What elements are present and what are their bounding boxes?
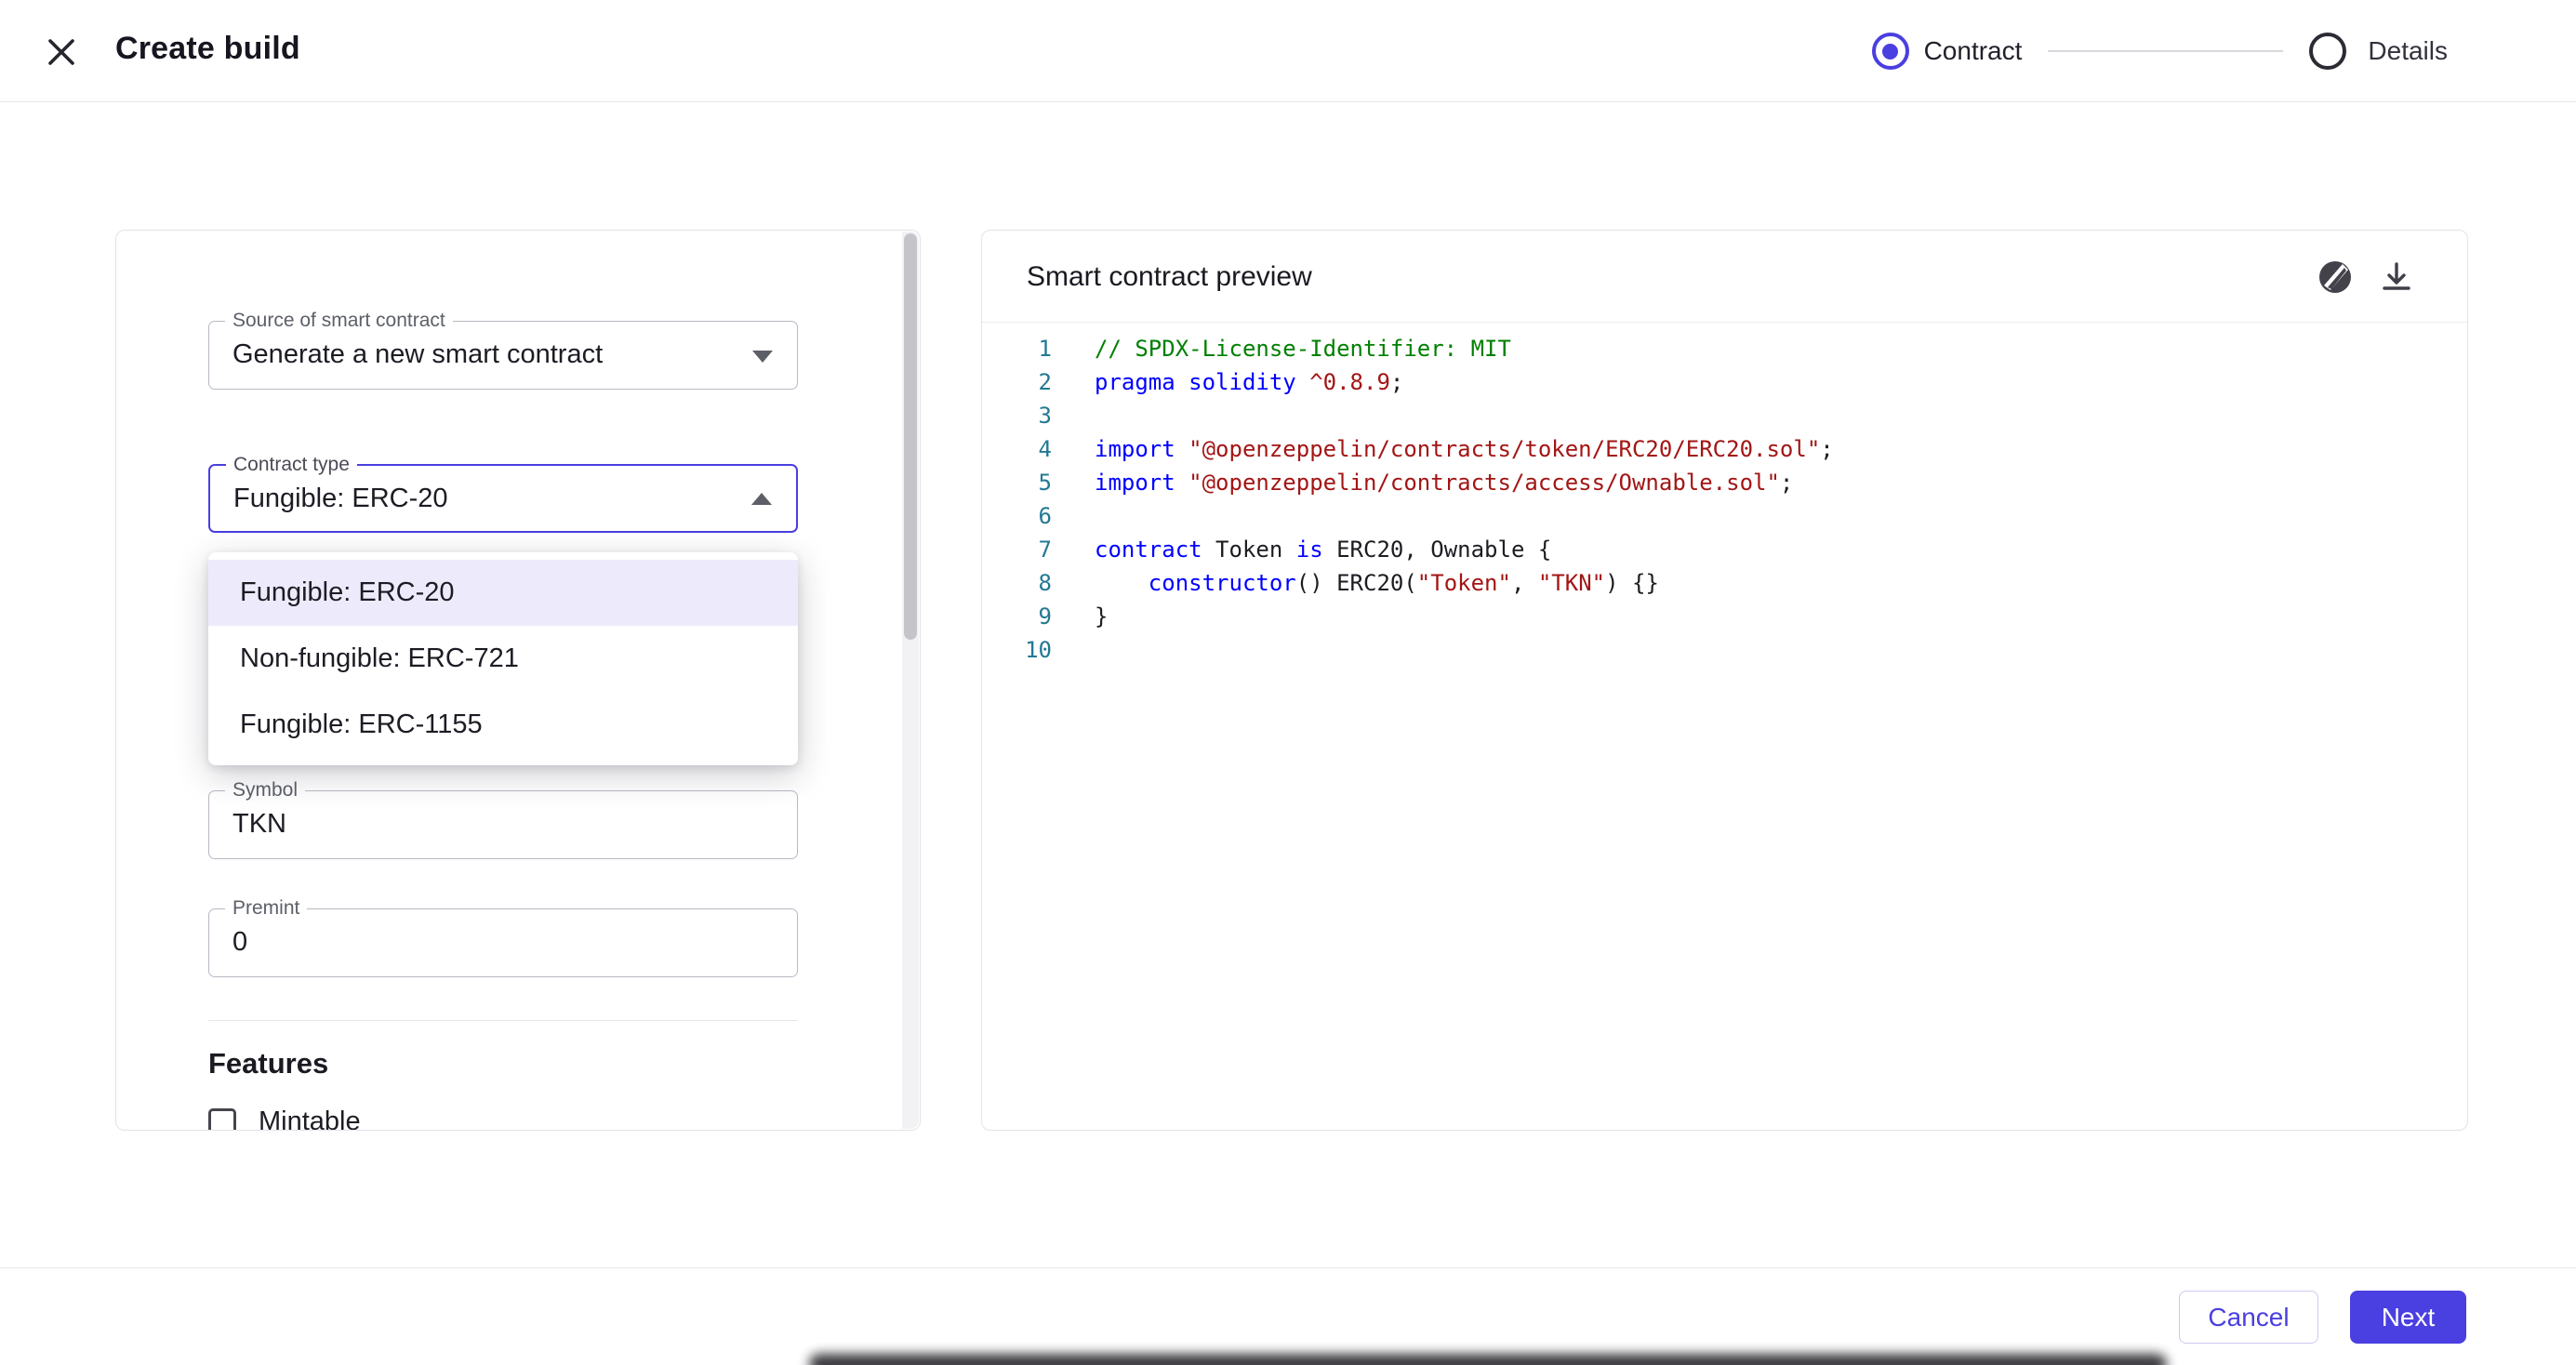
line-number: 2 xyxy=(982,365,1052,399)
close-icon[interactable] xyxy=(43,33,80,71)
preview-header: Smart contract preview xyxy=(982,231,2467,323)
code-text: // SPDX-License-Identifier: MIT xyxy=(1052,332,1511,365)
code-text: import "@openzeppelin/contracts/access/O… xyxy=(1052,466,1793,499)
features-heading: Features xyxy=(208,1047,328,1080)
code-line: 1// SPDX-License-Identifier: MIT xyxy=(982,332,2465,365)
line-number: 8 xyxy=(982,566,1052,600)
code-line: 10 xyxy=(982,633,2465,667)
symbol-field[interactable]: Symbol TKN xyxy=(208,790,798,859)
step-details-circle-icon[interactable] xyxy=(2309,33,2346,70)
code-lines: 1// SPDX-License-Identifier: MIT2pragma … xyxy=(982,332,2465,667)
line-number: 7 xyxy=(982,533,1052,566)
code-line: 9} xyxy=(982,600,2465,633)
stepper-connector-line xyxy=(2048,50,2283,52)
line-number: 10 xyxy=(982,633,1052,667)
openzeppelin-icon[interactable] xyxy=(2313,255,2357,299)
bottom-shadow xyxy=(809,1354,2167,1365)
checkbox-icon[interactable] xyxy=(208,1108,236,1132)
code-line: 3 xyxy=(982,399,2465,432)
contract-type-option[interactable]: Non-fungible: ERC-721 xyxy=(208,626,798,692)
line-number: 1 xyxy=(982,332,1052,365)
scrollbar-thumb[interactable] xyxy=(904,233,917,640)
code-line: 5import "@openzeppelin/contracts/access/… xyxy=(982,466,2465,499)
cancel-button[interactable]: Cancel xyxy=(2179,1291,2318,1344)
footer-bar: Cancel Next xyxy=(0,1267,2576,1365)
code-text xyxy=(1052,399,1095,432)
source-field-value: Generate a new smart contract xyxy=(232,322,603,387)
form-divider xyxy=(208,1020,798,1021)
line-number: 9 xyxy=(982,600,1052,633)
code-text: } xyxy=(1052,600,1108,633)
code-text xyxy=(1052,633,1095,667)
step-contract-radio-icon[interactable] xyxy=(1872,33,1909,70)
stepper: Contract Details xyxy=(1872,0,2448,102)
feature-label: Mintable xyxy=(259,1107,361,1131)
code-text: constructor() ERC20("Token", "TKN") {} xyxy=(1052,566,1659,600)
page-title: Create build xyxy=(115,31,300,67)
code-text: import "@openzeppelin/contracts/token/ER… xyxy=(1052,432,1834,466)
contract-type-option[interactable]: Fungible: ERC-1155 xyxy=(208,692,798,758)
symbol-field-value: TKN xyxy=(232,791,286,856)
code-line: 8 constructor() ERC20("Token", "TKN") {} xyxy=(982,566,2465,600)
line-number: 3 xyxy=(982,399,1052,432)
code-editor[interactable]: 1// SPDX-License-Identifier: MIT2pragma … xyxy=(982,323,2465,1128)
smart-contract-preview-panel: Smart contract preview 1// SPDX-License-… xyxy=(981,230,2468,1131)
code-text xyxy=(1052,499,1095,533)
next-button[interactable]: Next xyxy=(2350,1291,2466,1344)
premint-field[interactable]: Premint 0 xyxy=(208,908,798,977)
scrollbar-track[interactable] xyxy=(902,232,919,1129)
feature-row: Mintable xyxy=(208,1107,361,1131)
contract-type-value: Fungible: ERC-20 xyxy=(233,466,448,531)
contract-type-menu: Fungible: ERC-20Non-fungible: ERC-721Fun… xyxy=(208,552,798,765)
code-line: 2pragma solidity ^0.8.9; xyxy=(982,365,2465,399)
premint-field-value: 0 xyxy=(232,909,247,974)
code-line: 6 xyxy=(982,499,2465,533)
code-line: 7contract Token is ERC20, Ownable { xyxy=(982,533,2465,566)
download-icon[interactable] xyxy=(2374,255,2419,299)
create-build-page: Create build Contract Details Source of … xyxy=(0,0,2576,1365)
line-number: 6 xyxy=(982,499,1052,533)
code-text: pragma solidity ^0.8.9; xyxy=(1052,365,1403,399)
code-text: contract Token is ERC20, Ownable { xyxy=(1052,533,1551,566)
top-bar: Create build Contract Details xyxy=(0,0,2576,102)
code-line: 4import "@openzeppelin/contracts/token/E… xyxy=(982,432,2465,466)
contract-type-select[interactable]: Contract type Fungible: ERC-20 xyxy=(208,464,798,533)
contract-type-option[interactable]: Fungible: ERC-20 xyxy=(208,560,798,626)
line-number: 4 xyxy=(982,432,1052,466)
preview-title: Smart contract preview xyxy=(1027,261,1312,293)
step-contract-label: Contract xyxy=(1924,36,2023,66)
chevron-up-icon xyxy=(751,493,772,505)
line-number: 5 xyxy=(982,466,1052,499)
chevron-down-icon xyxy=(752,351,773,363)
contract-form-panel: Source of smart contract Generate a new … xyxy=(115,230,921,1131)
step-details-label: Details xyxy=(2368,36,2448,66)
source-of-smart-contract-select[interactable]: Source of smart contract Generate a new … xyxy=(208,321,798,390)
